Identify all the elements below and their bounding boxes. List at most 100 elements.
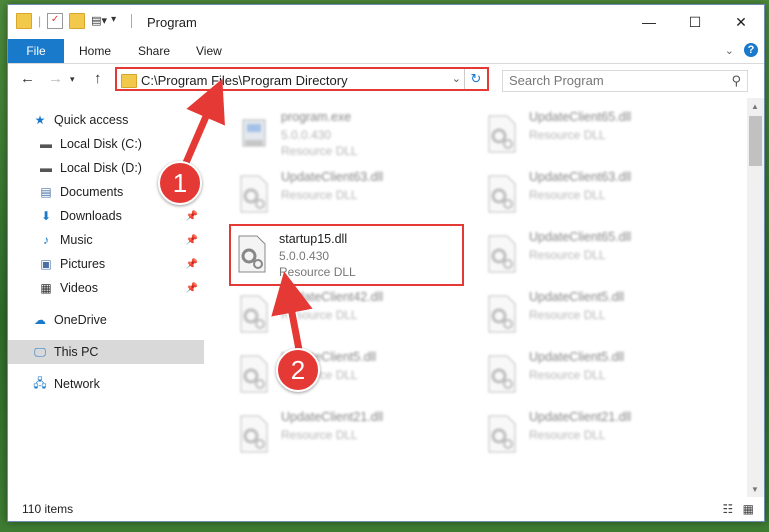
address-dropdown-icon[interactable]: ⌄ bbox=[452, 72, 461, 85]
quick-access-toolbar: | ✓ ▤▾ ▾ bbox=[16, 13, 133, 29]
pictures-icon: ▣ bbox=[40, 257, 52, 271]
file-item[interactable]: program.exe 5.0.0.430 Resource DLL bbox=[233, 106, 465, 164]
file-version: 5.0.0.430 bbox=[281, 128, 332, 142]
forward-icon[interactable]: → bbox=[48, 70, 63, 87]
file-item[interactable]: UpdateClient65.dll Resource DLL bbox=[481, 106, 713, 164]
drive-icon: ▬ bbox=[40, 161, 52, 175]
file-type: Resource DLL bbox=[281, 308, 358, 322]
file-item[interactable]: UpdateClient42.dll Resource DLL bbox=[233, 286, 465, 344]
scroll-up-icon[interactable]: ▲ bbox=[751, 102, 759, 111]
maximize-button[interactable]: ☐ bbox=[672, 5, 718, 39]
highlighted-file[interactable]: startup15.dll 5.0.0.430 Resource DLL bbox=[229, 224, 464, 286]
file-item[interactable]: UpdateClient65.dll Resource DLL bbox=[481, 226, 713, 284]
nav-pictures[interactable]: ▣ Pictures 📌 bbox=[8, 252, 204, 276]
nav-label: This PC bbox=[54, 345, 99, 359]
pin-icon[interactable]: 📌 bbox=[186, 283, 198, 294]
file-type: Resource DLL bbox=[529, 248, 606, 262]
ribbon-tabs: File Home Share View ⌄ ? bbox=[8, 39, 764, 64]
file-name: UpdateClient21.dll bbox=[529, 410, 632, 424]
file-type: Resource DLL bbox=[279, 265, 356, 279]
network-icon: 🖧 bbox=[33, 375, 47, 390]
tab-view[interactable]: View bbox=[196, 39, 222, 63]
address-row: ← → ▾ ↑ C:\Program Files\Program Directo… bbox=[8, 64, 764, 96]
dll-gear-icon bbox=[240, 355, 268, 393]
file-item[interactable]: UpdateClient63.dll Resource DLL bbox=[233, 166, 465, 224]
title-divider bbox=[131, 14, 133, 28]
tab-file[interactable]: File bbox=[8, 39, 64, 63]
back-icon[interactable]: ← bbox=[20, 70, 35, 87]
file-name: UpdateClient5.dll bbox=[529, 350, 625, 364]
minimize-icon: — bbox=[642, 14, 656, 30]
pin-icon[interactable]: 📌 bbox=[186, 211, 198, 222]
file-name: UpdateClient42.dll bbox=[281, 290, 384, 304]
refresh-icon[interactable]: ↻ bbox=[464, 69, 487, 89]
nav-label: Pictures bbox=[60, 257, 106, 271]
address-path[interactable]: C:\Program Files\Program Directory bbox=[141, 73, 348, 88]
search-input[interactable]: Search Program ⚲ bbox=[502, 70, 748, 92]
maximize-icon: ☐ bbox=[688, 13, 702, 30]
file-item[interactable]: UpdateClient21.dll Resource DLL bbox=[233, 406, 465, 464]
nav-music[interactable]: ♪ Music 📌 bbox=[8, 228, 204, 252]
file-type: Resource DLL bbox=[281, 144, 358, 158]
nav-onedrive[interactable]: ☁ OneDrive bbox=[8, 308, 204, 332]
nav-network[interactable]: 🖧 Network bbox=[8, 372, 204, 396]
file-item[interactable]: UpdateClient5.dll Resource DLL bbox=[481, 286, 713, 344]
nav-quick-access[interactable]: ★ Quick access bbox=[8, 108, 204, 132]
music-icon: ♪ bbox=[43, 233, 49, 247]
tab-home[interactable]: Home bbox=[79, 39, 111, 63]
nav-label: Music bbox=[60, 233, 93, 247]
dll-gear-icon bbox=[488, 115, 516, 153]
search-icon[interactable]: ⚲ bbox=[731, 73, 741, 89]
properties-icon[interactable]: ✓ bbox=[47, 13, 64, 29]
nav-this-pc[interactable]: 🖵 This PC bbox=[8, 340, 204, 364]
file-item[interactable]: UpdateClient63.dll Resource DLL bbox=[481, 166, 713, 224]
recent-dropdown-icon[interactable]: ▾ bbox=[70, 74, 75, 85]
pin-icon[interactable]: 📌 bbox=[186, 259, 198, 270]
address-bar[interactable]: C:\Program Files\Program Directory ⌄ ↻ bbox=[115, 67, 489, 91]
file-name: UpdateClient65.dll bbox=[529, 230, 632, 244]
help-icon[interactable]: ? bbox=[744, 43, 758, 57]
file-type: Resource DLL bbox=[529, 128, 606, 142]
vertical-scrollbar[interactable]: ▲ ▼ bbox=[747, 98, 764, 498]
nav-label: Downloads bbox=[60, 209, 122, 223]
videos-icon: ▦ bbox=[40, 281, 52, 295]
close-icon: ✕ bbox=[735, 13, 747, 30]
search-placeholder: Search Program bbox=[509, 73, 604, 88]
window-title: Program bbox=[147, 15, 197, 30]
file-name: UpdateClient63.dll bbox=[529, 170, 632, 184]
scroll-down-icon[interactable]: ▼ bbox=[751, 485, 759, 494]
nav-label: Videos bbox=[60, 281, 98, 295]
qat-dropdown-icon[interactable]: ▾ bbox=[111, 14, 125, 28]
file-type: Resource DLL bbox=[529, 368, 606, 382]
new-folder-icon[interactable] bbox=[69, 13, 86, 29]
nav-local-disk-c[interactable]: ▬ Local Disk (C:) bbox=[8, 132, 204, 156]
file-type: Resource DLL bbox=[529, 308, 606, 322]
tab-share[interactable]: Share bbox=[138, 39, 170, 63]
file-type: Resource DLL bbox=[529, 428, 606, 442]
large-icons-view-icon[interactable]: ▦ bbox=[743, 502, 754, 516]
computer-icon: 🖵 bbox=[34, 344, 46, 359]
nav-downloads[interactable]: ⬇ Downloads 📌 bbox=[8, 204, 204, 228]
pin-icon[interactable]: 📌 bbox=[186, 235, 198, 246]
title-bar: | ✓ ▤▾ ▾ Program — ☐ ✕ bbox=[8, 5, 764, 39]
up-icon[interactable]: ↑ bbox=[94, 70, 102, 87]
customize-icon[interactable]: ▤▾ bbox=[91, 14, 107, 28]
file-item[interactable]: UpdateClient5.dll Resource DLL bbox=[233, 346, 465, 404]
dll-gear-icon bbox=[238, 235, 266, 273]
file-item[interactable]: UpdateClient21.dll Resource DLL bbox=[481, 406, 713, 464]
step-badge-1: 1 bbox=[158, 161, 202, 205]
minimize-button[interactable]: — bbox=[626, 5, 672, 39]
details-view-icon[interactable]: ☷ bbox=[723, 502, 734, 516]
scrollbar-thumb[interactable] bbox=[749, 116, 762, 166]
file-type: Resource DLL bbox=[281, 188, 358, 202]
close-button[interactable]: ✕ bbox=[718, 5, 764, 39]
status-bar: 110 items ☷ ▦ bbox=[8, 497, 764, 521]
folder-icon bbox=[16, 13, 32, 29]
file-name: program.exe bbox=[281, 110, 352, 124]
file-list: program.exe 5.0.0.430 Resource DLL Updat… bbox=[213, 98, 739, 498]
expand-ribbon-icon[interactable]: ⌄ bbox=[725, 44, 734, 57]
file-item[interactable]: UpdateClient5.dll Resource DLL bbox=[481, 346, 713, 404]
nav-videos[interactable]: ▦ Videos 📌 bbox=[8, 276, 204, 300]
documents-icon: ▤ bbox=[40, 185, 52, 199]
downloads-icon: ⬇ bbox=[40, 209, 52, 223]
